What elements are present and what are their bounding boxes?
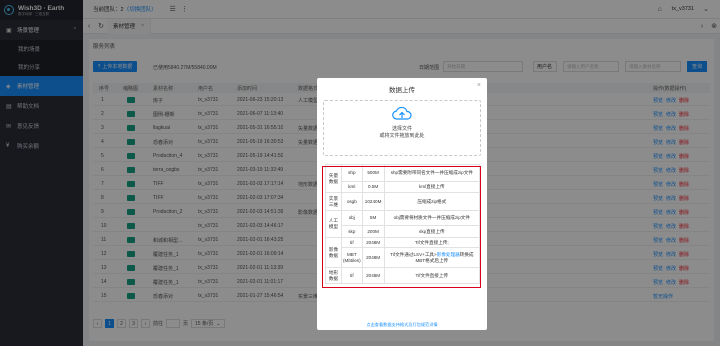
highlight-box: [322, 166, 481, 288]
dropzone-secondary-text: 或将文件拖放到此处: [379, 133, 425, 139]
format-details-link[interactable]: 点击查看数据支持格式及打包规范详情: [317, 322, 487, 328]
file-dropzone[interactable]: 选择文件 或将文件拖放到此处: [323, 100, 481, 156]
cloud-upload-icon: [392, 106, 412, 120]
dropzone-primary-text: 选择文件: [391, 126, 412, 132]
close-icon[interactable]: ×: [477, 82, 481, 89]
dialog-title: 数据上传: [389, 87, 415, 94]
